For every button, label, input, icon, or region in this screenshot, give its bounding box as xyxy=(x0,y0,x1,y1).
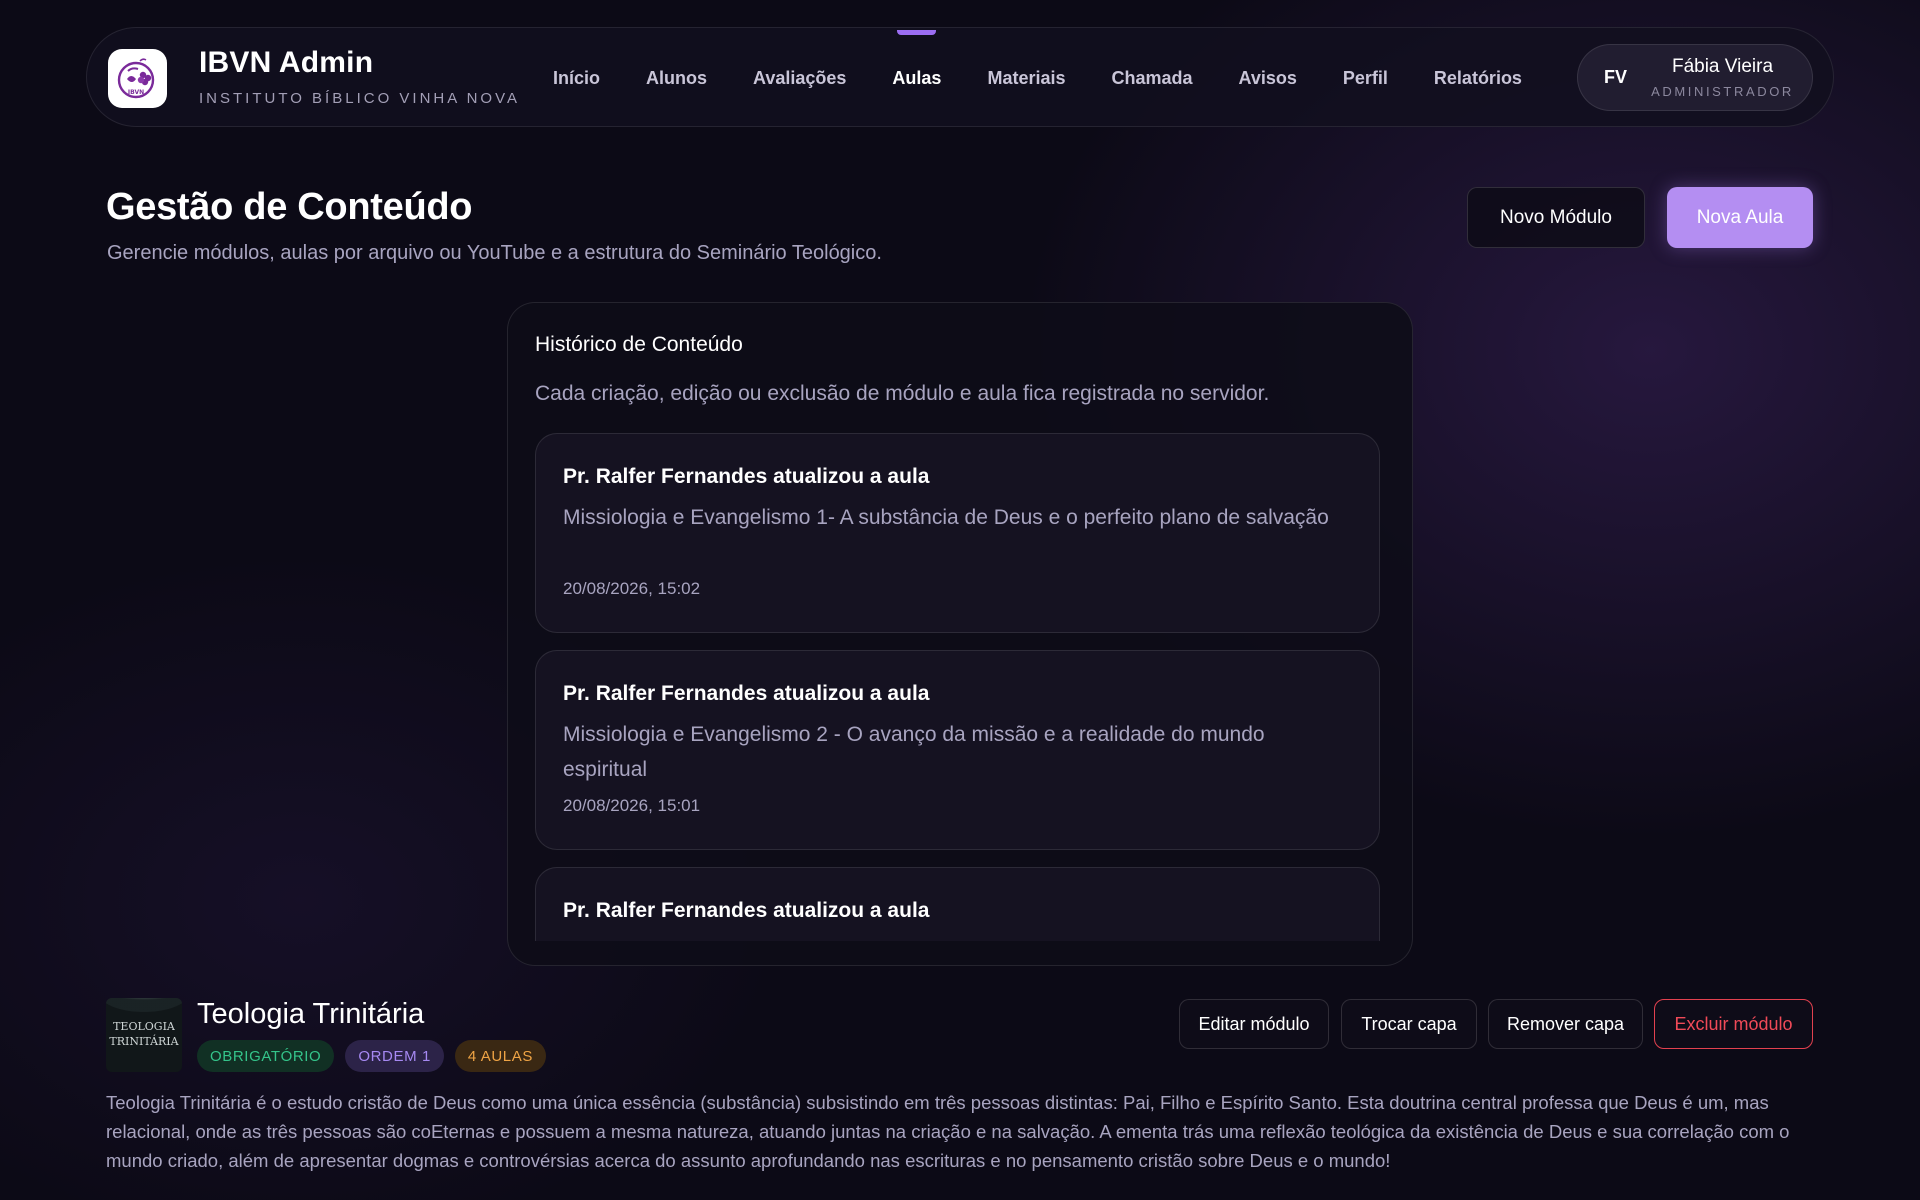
history-entry-lesson: Missiologia e Evangelismo 1- A substânci… xyxy=(563,506,1329,529)
page-subtitle: Gerencie módulos, aulas por arquivo ou Y… xyxy=(107,242,882,264)
history-entry-date: 20/08/2026, 15:01 xyxy=(563,796,701,815)
brand-subtitle: INSTITUTO BÍBLICO VINHA NOVA xyxy=(199,90,520,107)
avatar: FV xyxy=(1604,67,1628,87)
nav-item-chamada[interactable]: Chamada xyxy=(1112,68,1193,89)
history-entry-date: 20/08/2026, 15:02 xyxy=(563,579,701,598)
history-entry: Pr. Ralfer Fernandes atualizou a aula Mi… xyxy=(535,650,1380,850)
delete-module-button[interactable]: Excluir módulo xyxy=(1654,999,1813,1049)
edit-module-button[interactable]: Editar módulo xyxy=(1179,999,1329,1049)
cover-text-1: TEOLOGIA xyxy=(113,1020,176,1033)
nav-item-alunos[interactable]: Alunos xyxy=(646,68,707,89)
history-description: Cada criação, edição ou exclusão de módu… xyxy=(535,382,1270,405)
history-entry-title: Pr. Ralfer Fernandes atualizou a aula xyxy=(563,682,930,705)
logo-lettering: IBVN xyxy=(127,89,143,96)
module-cover-image: TEOLOGIA TRINITÁRIA xyxy=(106,998,182,1072)
badge-lesson-count: 4 AULAS xyxy=(454,1040,546,1072)
ibvn-logo[interactable]: IBVN xyxy=(108,49,167,108)
new-module-button[interactable]: Novo Módulo xyxy=(1467,187,1645,248)
user-role: ADMINISTRADOR xyxy=(1651,84,1794,99)
nav-item-inicio[interactable]: Início xyxy=(553,68,600,89)
nav-item-avaliacoes[interactable]: Avaliações xyxy=(753,68,846,89)
main-nav: Início Alunos Avaliações Aulas Materiais… xyxy=(553,28,1568,128)
history-entry-title: Pr. Ralfer Fernandes atualizou a aula xyxy=(563,899,930,922)
module-title: Teologia Trinitária xyxy=(197,998,425,1030)
content-history-panel: Histórico de Conteúdo Cada criação, ediç… xyxy=(507,302,1413,966)
nav-item-aulas[interactable]: Aulas xyxy=(892,29,941,89)
remove-cover-button[interactable]: Remover capa xyxy=(1488,999,1643,1049)
page-title: Gestão de Conteúdo xyxy=(106,186,473,228)
module-description: Teologia Trinitária é o estudo cristão d… xyxy=(106,1092,1790,1171)
new-lesson-button[interactable]: Nova Aula xyxy=(1667,187,1813,248)
history-entry-lesson: Missiologia e Evangelismo 2 - O avanço d… xyxy=(563,723,1265,781)
module-badges: OBRIGATÓRIO ORDEM 1 4 AULAS xyxy=(197,1040,557,1072)
cover-text-2: TRINITÁRIA xyxy=(109,1034,179,1048)
history-entry: Pr. Ralfer Fernandes atualizou a aula Mi… xyxy=(535,433,1380,633)
brand-title: IBVN Admin xyxy=(199,46,374,79)
nav-item-relatorios[interactable]: Relatórios xyxy=(1434,68,1522,89)
user-name: Fábia Vieira xyxy=(1671,56,1774,77)
top-navbar: IBVN IBVN Admin INSTITUTO BÍBLICO VINHA … xyxy=(86,27,1834,127)
nav-item-avisos[interactable]: Avisos xyxy=(1239,68,1297,89)
history-entry-title: Pr. Ralfer Fernandes atualizou a aula xyxy=(563,465,930,488)
history-list-scroll[interactable]: Pr. Ralfer Fernandes atualizou a aula Mi… xyxy=(535,433,1380,941)
history-entry: Pr. Ralfer Fernandes atualizou a aula xyxy=(535,867,1380,941)
module-cover-art: TEOLOGIA TRINITÁRIA xyxy=(106,998,182,1072)
history-title: Histórico de Conteúdo xyxy=(535,333,743,356)
change-cover-button[interactable]: Trocar capa xyxy=(1341,999,1477,1049)
grape-logo-icon: IBVN xyxy=(117,57,154,98)
nav-item-perfil[interactable]: Perfil xyxy=(1343,68,1388,89)
brand: IBVN Admin INSTITUTO BÍBLICO VINHA NOVA xyxy=(199,46,520,107)
badge-order: ORDEM 1 xyxy=(345,1040,444,1072)
nav-item-materiais[interactable]: Materiais xyxy=(987,68,1065,89)
user-menu[interactable]: FV Fábia Vieira ADMINISTRADOR xyxy=(1577,44,1813,111)
badge-required: OBRIGATÓRIO xyxy=(197,1040,335,1072)
